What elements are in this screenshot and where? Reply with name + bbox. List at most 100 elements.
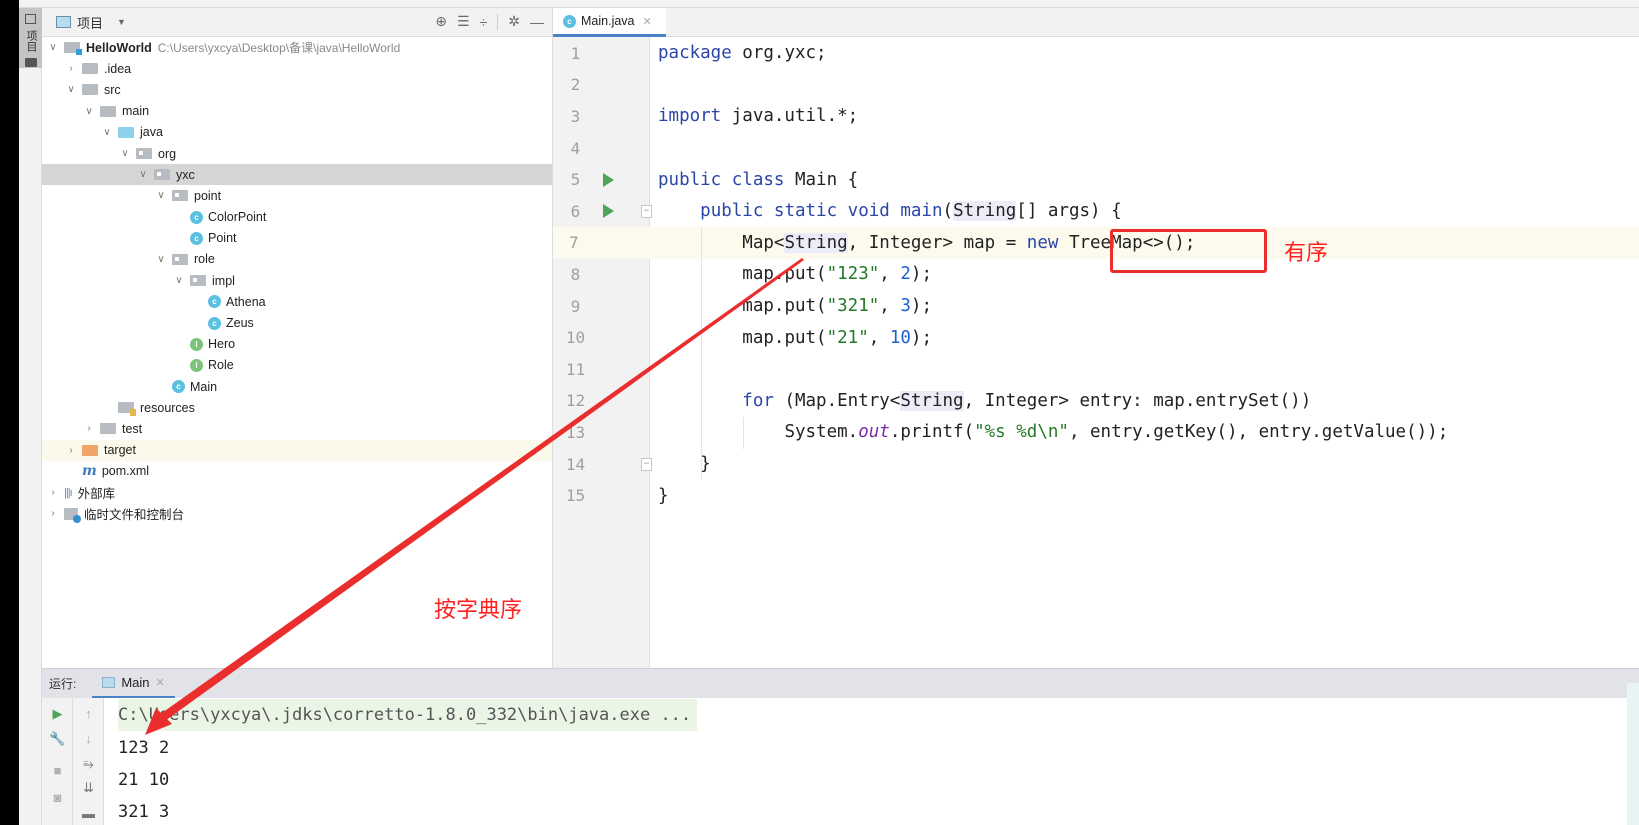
chevron-right-icon[interactable]: › bbox=[64, 445, 78, 456]
tree-item-external-libraries[interactable]: › |||ı 外部库 bbox=[42, 482, 552, 503]
tree-item-athena[interactable]: c Athena bbox=[42, 291, 552, 312]
tree-item-colorpoint[interactable]: c ColorPoint bbox=[42, 207, 552, 228]
tree-item-main[interactable]: ∨ main bbox=[42, 101, 552, 122]
print-icon[interactable]: ▬ bbox=[73, 806, 104, 821]
run-panel-header: 运行: Main ✕ bbox=[42, 668, 1639, 699]
tree-item-point-class[interactable]: c Point bbox=[42, 228, 552, 249]
chevron-right-icon[interactable]: › bbox=[82, 423, 96, 434]
tree-item-label: impl bbox=[212, 273, 235, 288]
locate-icon[interactable]: ⊕ bbox=[435, 13, 447, 30]
tree-item-label: main bbox=[122, 104, 150, 119]
project-view-selector[interactable]: 项目 bbox=[77, 13, 103, 32]
tree-item-org[interactable]: ∨ org bbox=[42, 143, 552, 164]
code-editor[interactable]: 1 package org.yxc; 2 3 import java.util.… bbox=[553, 37, 1639, 668]
tab-main-java[interactable]: c Main.java ✕ bbox=[553, 8, 666, 37]
tree-item-label: Hero bbox=[208, 337, 236, 352]
rerun-icon[interactable]: ▶ bbox=[42, 706, 73, 722]
minimize-icon[interactable]: — bbox=[530, 14, 544, 30]
indent-guide bbox=[743, 417, 744, 449]
console-command-line: C:\Users\yxcya\.jdks\corretto-1.8.0_332\… bbox=[118, 699, 698, 731]
chevron-down-icon[interactable]: ▼ bbox=[117, 17, 126, 27]
code-text: map.put("321", 3); bbox=[742, 296, 932, 317]
code-text: public class Main { bbox=[658, 169, 859, 190]
close-icon[interactable]: ✕ bbox=[643, 15, 652, 28]
code-text: map.put("123", 2); bbox=[742, 264, 932, 285]
class-icon: c bbox=[208, 295, 221, 309]
tree-item-pom[interactable]: m pom.xml bbox=[42, 461, 552, 482]
chevron-down-icon[interactable]: ∨ bbox=[46, 42, 60, 53]
chevron-down-icon[interactable]: ∨ bbox=[82, 106, 96, 117]
tree-item-label: yxc bbox=[176, 167, 195, 182]
overlay-thumbnail bbox=[1627, 683, 1639, 825]
tree-item-main-class[interactable]: c Main bbox=[42, 376, 552, 397]
tree-item-label: test bbox=[122, 421, 143, 436]
tree-item-label: org bbox=[158, 146, 177, 161]
tree-item-resources[interactable]: resources bbox=[42, 397, 552, 418]
close-icon[interactable]: ✕ bbox=[156, 676, 165, 689]
chevron-right-icon[interactable]: › bbox=[64, 63, 78, 74]
chevron-down-icon[interactable]: ∨ bbox=[136, 169, 150, 180]
tree-item-label: point bbox=[194, 188, 222, 203]
line-number: 8 bbox=[570, 264, 581, 284]
expand-all-icon[interactable]: ☰ bbox=[457, 13, 470, 30]
tree-item-test[interactable]: › test bbox=[42, 418, 552, 439]
tree-item-role-interface[interactable]: I Role bbox=[42, 355, 552, 376]
camera-icon[interactable]: ◙ bbox=[42, 790, 73, 805]
tree-item-hero[interactable]: I Hero bbox=[42, 334, 552, 355]
class-icon: c bbox=[190, 210, 203, 224]
project-grid-icon bbox=[25, 14, 36, 24]
code-line: 2 bbox=[553, 69, 1639, 102]
tree-item-label: target bbox=[104, 443, 136, 458]
arrow-down-icon[interactable]: ↓ bbox=[73, 731, 104, 746]
console-output-line: 21 10 bbox=[118, 770, 170, 790]
chevron-down-icon[interactable]: ∨ bbox=[172, 275, 186, 286]
annotation-ordered: 有序 bbox=[1284, 241, 1329, 266]
arrow-up-icon[interactable]: ↑ bbox=[73, 706, 104, 721]
code-line: 5 public class Main { bbox=[553, 163, 1639, 196]
console-output[interactable]: C:\Users\yxcya\.jdks\corretto-1.8.0_332\… bbox=[104, 698, 1639, 825]
tree-item-impl[interactable]: ∨ impl bbox=[42, 270, 552, 291]
fold-icon[interactable]: − bbox=[641, 457, 652, 471]
code-line: 4 bbox=[553, 132, 1639, 165]
chevron-down-icon[interactable]: ∨ bbox=[154, 254, 168, 265]
wrench-icon[interactable]: 🔧 bbox=[42, 731, 73, 747]
fold-icon[interactable]: − bbox=[641, 204, 652, 218]
tree-item-scratches[interactable]: › 临时文件和控制台 bbox=[42, 503, 552, 524]
tree-item-label: java bbox=[140, 125, 163, 140]
resources-folder-icon bbox=[118, 402, 136, 417]
folder-icon bbox=[24, 58, 37, 67]
tree-item-label: Main bbox=[190, 379, 218, 394]
chevron-down-icon[interactable]: ∨ bbox=[154, 190, 168, 201]
scroll-to-end-icon[interactable]: ⇊ bbox=[73, 780, 104, 796]
code-line: 1 package org.yxc; bbox=[553, 37, 1639, 70]
tree-item-label: 外部库 bbox=[77, 487, 116, 502]
treemap-highlight-box bbox=[1110, 229, 1267, 273]
tree-item-java[interactable]: ∨ java bbox=[42, 122, 552, 143]
tree-item-yxc[interactable]: ∨ yxc bbox=[42, 164, 552, 186]
chevron-down-icon[interactable]: ∨ bbox=[64, 84, 78, 95]
tree-item-zeus[interactable]: c Zeus bbox=[42, 312, 552, 333]
tree-item-helloworld[interactable]: ∨ HelloWorld C:\Users\yxcya\Desktop\备课\j… bbox=[42, 37, 552, 58]
chevron-right-icon[interactable]: › bbox=[46, 487, 60, 498]
stop-icon[interactable]: ■ bbox=[42, 763, 73, 778]
tree-item-role[interactable]: ∨ role bbox=[42, 249, 552, 270]
code-line: 11 bbox=[553, 353, 1639, 386]
tree-item-target[interactable]: › target bbox=[42, 439, 552, 461]
tree-item-point[interactable]: ∨ point bbox=[42, 185, 552, 206]
run-gutter-icon[interactable] bbox=[603, 204, 614, 219]
code-line: 15 } bbox=[553, 479, 1639, 512]
gear-icon[interactable]: ✲ bbox=[508, 13, 520, 30]
tree-item-src[interactable]: ∨ src bbox=[42, 79, 552, 100]
run-tab-main[interactable]: Main ✕ bbox=[92, 669, 175, 699]
collapse-all-icon[interactable]: ÷ bbox=[480, 14, 488, 30]
console-output-line: 321 3 bbox=[118, 802, 170, 822]
chevron-down-icon[interactable]: ∨ bbox=[118, 148, 132, 159]
project-tool-tab[interactable]: 项目 bbox=[19, 8, 42, 68]
soft-wrap-icon[interactable]: ⥱ bbox=[73, 756, 104, 772]
run-gutter-icon[interactable] bbox=[603, 172, 614, 187]
tree-item-idea[interactable]: › .idea bbox=[42, 58, 552, 79]
chevron-right-icon[interactable]: › bbox=[46, 508, 60, 519]
chevron-down-icon[interactable]: ∨ bbox=[100, 127, 114, 138]
console-output-line: 123 2 bbox=[118, 738, 170, 758]
line-number: 13 bbox=[565, 422, 586, 442]
